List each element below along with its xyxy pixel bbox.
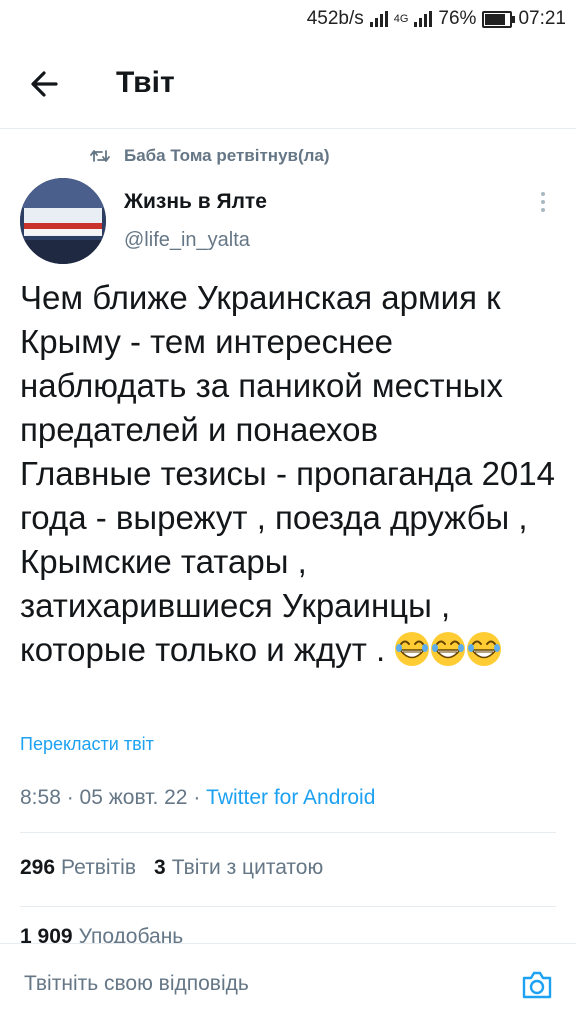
retweets-count: 296 <box>20 856 56 879</box>
status-bar: 452b/s 4G 76% 07:21 <box>0 0 576 40</box>
retweets-label: Ретвітів <box>61 856 136 879</box>
network-type: 4G <box>393 13 409 25</box>
likes-stat[interactable]: 1 909 Уподобань <box>20 925 183 943</box>
page-title: Твіт <box>116 66 175 99</box>
network-speed: 452b/s <box>306 8 364 29</box>
tweet-meta: 8:58 · 05 жовт. 22 · Twitter for Android <box>20 786 375 810</box>
likes-count: 1 909 <box>20 925 73 943</box>
battery-icon <box>482 10 516 28</box>
laughing-emoji-icon <box>395 632 430 666</box>
retweet-label: Баба Тома ретвітнув(ла) <box>124 146 330 165</box>
meta-separator: · <box>66 786 80 809</box>
translate-link[interactable]: Перекласти твіт <box>20 734 154 755</box>
quotes-count: 3 <box>154 856 166 879</box>
battery-percent: 76% <box>438 8 477 29</box>
retweet-context[interactable]: Баба Тома ретвітнув(ла) <box>90 146 330 166</box>
divider <box>20 832 556 833</box>
tweet-text: Чем ближе Украинская армия к Крыму - тем… <box>20 276 560 672</box>
signal-icon <box>369 11 388 27</box>
tweet-body: Чем ближе Украинская армия к Крыму - тем… <box>20 279 555 668</box>
quotes-stat[interactable]: 3 Твіти з цитатою <box>154 856 323 880</box>
tweet-stats: 296 Ретвітів 3 Твіти з цитатою <box>20 856 323 880</box>
app-header: Твіт <box>0 40 576 129</box>
back-arrow-icon[interactable] <box>26 66 66 102</box>
quotes-label: Твіти з цитатою <box>171 856 324 879</box>
retweet-icon <box>90 150 110 162</box>
more-options-icon[interactable] <box>536 192 550 216</box>
reply-input[interactable]: Твітніть свою відповідь <box>24 972 249 996</box>
laughing-emoji-icon <box>467 632 502 666</box>
tweet-time: 8:58 <box>20 786 61 809</box>
author-name[interactable]: Жизнь в Ялте <box>124 190 267 214</box>
likes-label: Уподобань <box>78 925 184 943</box>
camera-icon[interactable] <box>520 968 554 1002</box>
retweets-stat[interactable]: 296 Ретвітів <box>20 856 136 880</box>
avatar[interactable] <box>20 178 106 264</box>
divider <box>20 906 556 907</box>
tweet-date: 05 жовт. 22 <box>79 786 188 809</box>
clock: 07:21 <box>518 8 566 29</box>
signal-icon-2 <box>414 11 433 27</box>
avatar-image <box>20 178 106 264</box>
meta-separator: · <box>193 786 207 809</box>
tweet-source-link[interactable]: Twitter for Android <box>206 786 375 809</box>
author-handle[interactable]: @life_in_yalta <box>124 229 250 252</box>
laughing-emoji-icon <box>431 632 466 666</box>
reply-bar: Твітніть свою відповідь <box>0 943 576 1025</box>
